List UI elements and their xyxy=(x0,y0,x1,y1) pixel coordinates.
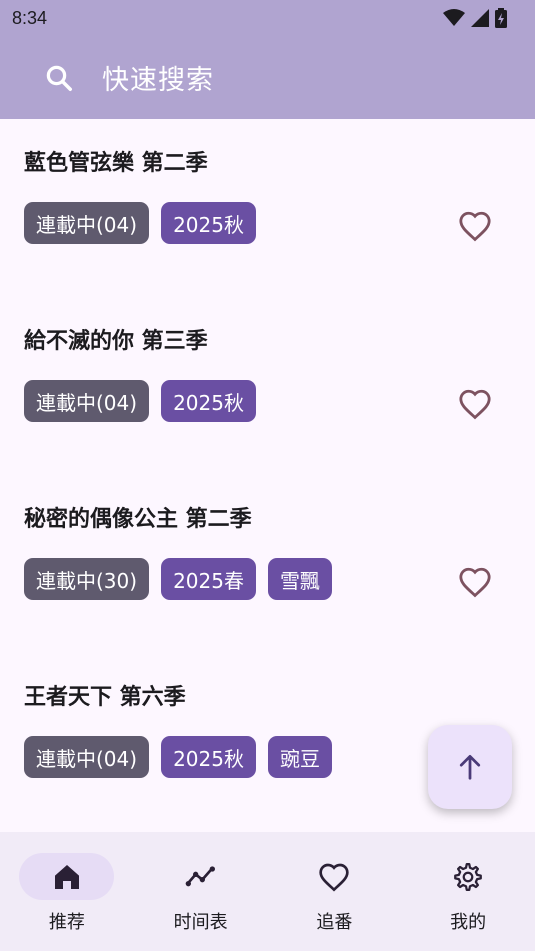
status-bar: 8:34 xyxy=(0,0,535,36)
nav-label: 推荐 xyxy=(48,912,85,933)
list-item[interactable]: 秘密的偶像公主 第二季 連載中(30) 2025春 雪飄 xyxy=(0,475,535,653)
status-badge: 連載中(30) xyxy=(24,558,150,600)
tag-row: 連載中(04) 2025秋 xyxy=(24,202,256,244)
status-time: 8:34 xyxy=(12,7,48,28)
season-badge: 2025春 xyxy=(161,558,256,600)
home-icon xyxy=(54,865,79,889)
tag-row: 連載中(30) 2025春 雪飄 xyxy=(24,558,332,600)
nav-item-schedule[interactable]: 时间表 xyxy=(134,832,268,951)
source-badge: 雪飄 xyxy=(267,558,332,600)
gear-icon xyxy=(454,863,482,892)
heart-icon xyxy=(459,567,491,598)
scroll-to-top-button[interactable] xyxy=(428,725,512,809)
status-badge: 連載中(04) xyxy=(24,380,150,422)
item-title[interactable]: 秘密的偶像公主 第二季 xyxy=(24,501,252,533)
wifi-icon xyxy=(443,9,465,26)
nav-item-mine[interactable]: 我的 xyxy=(401,832,535,951)
status-icons xyxy=(443,8,507,28)
list-item[interactable]: 給不滅的你 第三季 連載中(04) 2025秋 xyxy=(0,297,535,475)
search-input[interactable]: 快速搜索 xyxy=(102,58,214,97)
item-title[interactable]: 王者天下 第六季 xyxy=(24,679,186,711)
item-title[interactable]: 給不滅的你 第三季 xyxy=(24,323,208,355)
search-bar[interactable]: 快速搜索 xyxy=(0,36,535,119)
nav-item-recommend[interactable]: 推荐 xyxy=(0,832,134,951)
arrow-up-icon xyxy=(459,755,481,780)
tag-row: 連載中(04) 2025秋 xyxy=(24,380,256,422)
tag-row: 連載中(04) 2025秋 豌豆 xyxy=(24,736,332,778)
nav-item-following[interactable]: 追番 xyxy=(268,832,402,951)
status-badge: 連載中(04) xyxy=(24,736,150,778)
source-badge: 豌豆 xyxy=(267,736,332,778)
battery-icon xyxy=(495,8,507,28)
nav-label: 我的 xyxy=(450,912,487,933)
nav-label: 时间表 xyxy=(173,912,228,933)
season-badge: 2025秋 xyxy=(161,202,256,244)
season-badge: 2025秋 xyxy=(161,380,256,422)
favorite-button[interactable] xyxy=(456,385,494,423)
status-badge: 連載中(04) xyxy=(24,202,150,244)
timeline-icon xyxy=(185,866,215,887)
list-item[interactable]: 藍色管弦樂 第二季 連載中(04) 2025秋 xyxy=(0,119,535,297)
item-title[interactable]: 藍色管弦樂 第二季 xyxy=(24,145,208,177)
nav-label: 追番 xyxy=(316,912,353,933)
bottom-navigation: 推荐 时间表 追番 我的 xyxy=(0,832,535,951)
favorite-button[interactable] xyxy=(456,207,494,245)
signal-icon xyxy=(471,9,489,27)
favorite-button[interactable] xyxy=(456,563,494,601)
heart-icon xyxy=(459,211,491,242)
heart-icon xyxy=(459,389,491,420)
season-badge: 2025秋 xyxy=(161,736,256,778)
search-icon[interactable] xyxy=(44,63,74,93)
heart-icon xyxy=(319,863,350,892)
